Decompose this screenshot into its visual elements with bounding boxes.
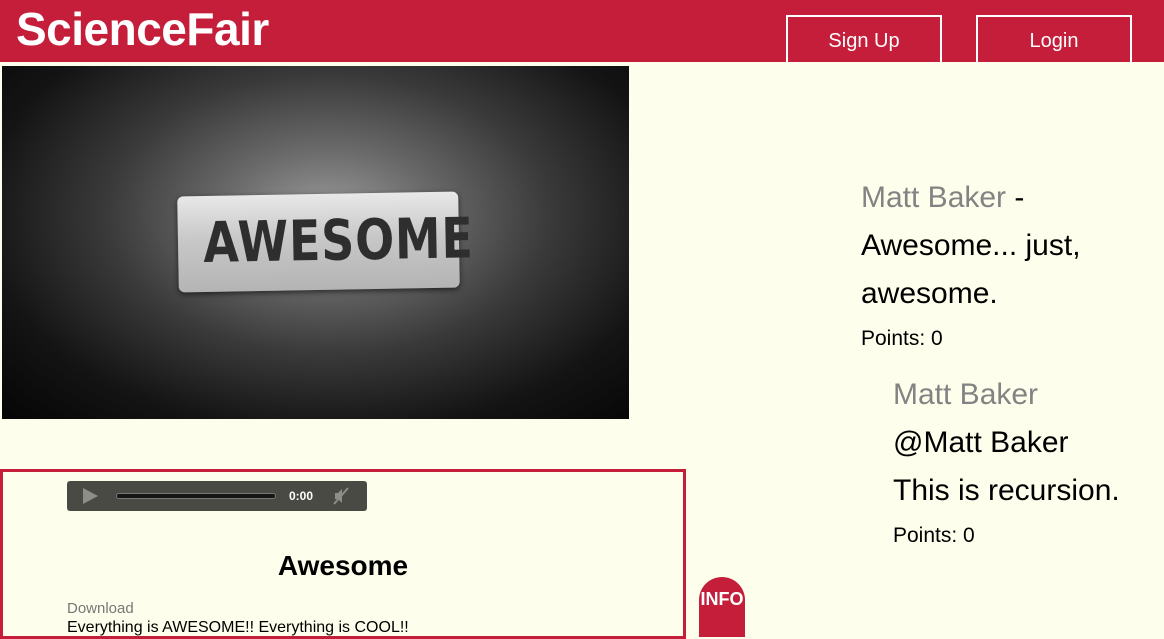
speaker-muted-icon xyxy=(333,487,349,505)
comment-author[interactable]: Matt Baker xyxy=(861,181,1006,214)
site-logo[interactable]: ScienceFair xyxy=(16,0,269,60)
login-button[interactable]: Login xyxy=(976,15,1132,62)
image-text: AWESOME xyxy=(202,206,475,277)
comment-points: Points: 0 xyxy=(861,327,943,350)
audio-player[interactable]: 0:00 xyxy=(67,481,367,511)
mute-icon[interactable] xyxy=(333,487,349,505)
reply-text: @Matt Baker This is recursion. xyxy=(893,426,1120,507)
comment-separator: - xyxy=(1006,181,1025,214)
audio-progress-track[interactable] xyxy=(116,493,276,499)
download-link[interactable]: Download xyxy=(67,600,134,617)
header: ScienceFair Sign Up Login xyxy=(0,0,1164,62)
reply-points: Points: 0 xyxy=(893,524,975,547)
comment-reply: Matt Baker @Matt Baker This is recursion… xyxy=(893,371,1151,551)
play-icon[interactable] xyxy=(83,488,98,504)
reply-comment: Matt Baker @Matt Baker This is recursion… xyxy=(893,371,1123,515)
audio-time: 0:00 xyxy=(289,489,314,503)
comment-text: Awesome... just, awesome. xyxy=(861,229,1081,310)
project-title: Awesome xyxy=(277,550,409,581)
project-image: AWESOME xyxy=(2,66,629,419)
reply-author[interactable]: Matt Baker xyxy=(893,371,1123,419)
comments-section: Matt Baker - Awesome... just, awesome. P… xyxy=(861,174,1151,551)
sign-up-button[interactable]: Sign Up xyxy=(786,15,942,62)
project-card: 0:00 Awesome Download Everything is AWES… xyxy=(0,469,686,639)
project-description: Everything is AWESOME!! Everything is CO… xyxy=(67,619,409,636)
comment: Matt Baker - Awesome... just, awesome. xyxy=(861,174,1151,318)
info-button[interactable]: INFO xyxy=(699,577,745,637)
awesome-label-tag: AWESOME xyxy=(177,191,475,293)
